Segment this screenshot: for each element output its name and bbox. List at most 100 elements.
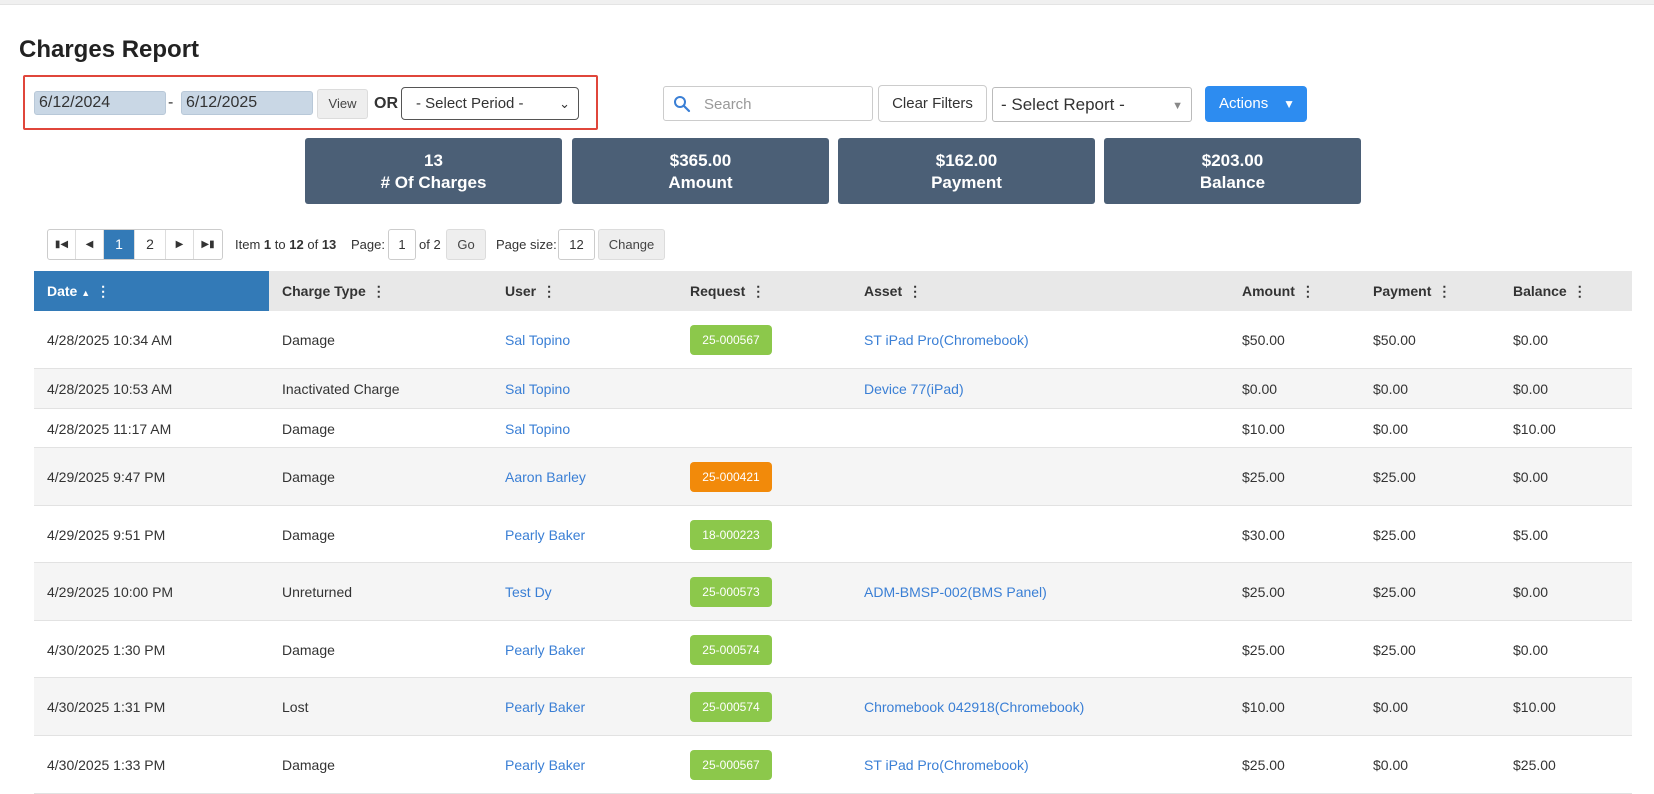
cell-date: 4/28/2025 10:53 AM <box>47 381 173 397</box>
column-menu-icon[interactable]: ⋮ <box>751 283 765 299</box>
column-header-charge-type[interactable]: Charge Type ⋮ <box>282 271 386 311</box>
table-header: Date ▲ ⋮ Charge Type ⋮ User ⋮ Request ⋮ Asse… <box>34 271 1632 311</box>
column-header-balance[interactable]: Balance ⋮ <box>1513 271 1587 311</box>
request-badge[interactable]: 25-000574 <box>690 692 772 722</box>
select-period-dropdown[interactable]: - Select Period - ⌄ <box>401 87 579 120</box>
cell-charge-type: Damage <box>282 332 335 348</box>
column-header-request[interactable]: Request ⋮ <box>690 271 765 311</box>
next-page-icon[interactable]: ▶ <box>166 230 194 259</box>
caret-down-icon: ▼ <box>1172 100 1183 112</box>
column-menu-icon[interactable]: ⋮ <box>542 283 556 299</box>
sort-asc-icon: ▲ <box>81 288 91 298</box>
search-icon <box>674 96 691 113</box>
column-menu-icon[interactable]: ⋮ <box>1573 283 1587 299</box>
cell-balance: $10.00 <box>1513 699 1556 715</box>
change-page-size-button[interactable]: Change <box>598 229 665 260</box>
summary-value: $365.00 <box>669 151 732 170</box>
user-link[interactable]: Aaron Barley <box>505 469 586 485</box>
column-label: Balance <box>1513 283 1567 299</box>
page-link-1[interactable]: 1 <box>104 230 135 259</box>
request-badge[interactable]: 25-000573 <box>690 577 772 607</box>
table-row[interactable]: 4/29/2025 9:47 PM Damage Aaron Barley 25-00… <box>34 448 1632 506</box>
search-input[interactable]: Search <box>663 86 873 121</box>
item-range-info: Item 1 to 12 of 13 <box>235 237 336 252</box>
request-badge[interactable]: 18-000223 <box>690 519 772 550</box>
cell-date: 4/30/2025 1:33 PM <box>47 757 166 773</box>
user-link[interactable]: Sal Topino <box>505 421 570 437</box>
table-row[interactable]: 4/30/2025 1:33 PM Damage Pearly Baker 25-00… <box>34 736 1632 794</box>
table-row[interactable]: 4/28/2025 10:34 AM Damage Sal Topino 25-000… <box>34 311 1632 369</box>
go-button[interactable]: Go <box>446 229 486 260</box>
actions-label: Actions <box>1219 95 1269 112</box>
user-link[interactable]: Pearly Baker <box>505 699 585 715</box>
table-row[interactable]: 4/30/2025 1:31 PM Lost Pearly Baker 25-0005… <box>34 678 1632 736</box>
user-link[interactable]: Pearly Baker <box>505 757 585 773</box>
summary-value: 13 <box>424 151 443 170</box>
cell-balance: $0.00 <box>1513 584 1549 600</box>
last-page-icon[interactable]: ▶▮ <box>194 230 222 259</box>
chevron-down-icon: ▼ <box>1283 97 1295 111</box>
summary-value: $203.00 <box>1201 151 1264 170</box>
cell-balance: $0.00 <box>1513 332 1549 348</box>
start-date-input[interactable]: 6/12/2024 <box>34 91 166 115</box>
actions-button[interactable]: Actions ▼ <box>1205 86 1307 122</box>
table-row[interactable]: 4/29/2025 9:51 PM Damage Pearly Baker 18-00… <box>34 506 1632 563</box>
table-row[interactable]: 4/28/2025 10:53 AM Inactivated Charge Sal … <box>34 369 1632 409</box>
column-header-user[interactable]: User ⋮ <box>505 271 556 311</box>
clear-filters-button[interactable]: Clear Filters <box>878 85 987 122</box>
page-title: Charges Report <box>19 36 200 63</box>
table-row[interactable]: 4/30/2025 1:30 PM Damage Pearly Baker 25-00… <box>34 621 1632 678</box>
cell-amount: $50.00 <box>1242 332 1285 348</box>
asset-link[interactable]: ST iPad Pro(Chromebook) <box>864 332 1029 348</box>
page-link-2[interactable]: 2 <box>135 230 166 259</box>
user-link[interactable]: Sal Topino <box>505 381 570 397</box>
column-header-amount[interactable]: Amount ⋮ <box>1242 271 1315 311</box>
page-number-input[interactable]: 1 <box>388 229 416 260</box>
asset-link[interactable]: ST iPad Pro(Chromebook) <box>864 757 1029 773</box>
request-badge[interactable]: 25-000421 <box>690 462 772 492</box>
cell-balance: $0.00 <box>1513 381 1549 397</box>
cell-balance: $0.00 <box>1513 641 1549 658</box>
cell-amount: $25.00 <box>1242 469 1285 485</box>
to-label: to <box>274 237 286 252</box>
column-menu-icon[interactable]: ⋮ <box>96 283 110 299</box>
column-header-payment[interactable]: Payment ⋮ <box>1373 271 1451 311</box>
request-badge[interactable]: 25-000567 <box>690 750 772 780</box>
user-link[interactable]: Pearly Baker <box>505 527 585 543</box>
select-report-value: - Select Report - <box>1001 95 1125 114</box>
view-button[interactable]: View <box>317 89 368 119</box>
cell-payment: $0.00 <box>1373 420 1409 437</box>
column-header-asset[interactable]: Asset ⋮ <box>864 271 922 311</box>
search-placeholder: Search <box>704 96 752 113</box>
select-report-dropdown[interactable]: - Select Report - ▼ <box>992 87 1192 122</box>
column-menu-icon[interactable]: ⋮ <box>1301 283 1315 299</box>
cell-charge-type: Lost <box>282 699 309 715</box>
cell-payment: $25.00 <box>1373 469 1416 485</box>
asset-link[interactable]: ADM-BMSP-002(BMS Panel) <box>864 584 1047 600</box>
column-menu-icon[interactable]: ⋮ <box>372 283 386 299</box>
page-size-input[interactable]: 12 <box>558 229 595 260</box>
column-menu-icon[interactable]: ⋮ <box>908 283 922 299</box>
request-badge[interactable]: 25-000574 <box>690 634 772 665</box>
first-page-icon[interactable]: ▮◀ <box>48 230 76 259</box>
asset-link[interactable]: Chromebook 042918(Chromebook) <box>864 699 1084 715</box>
cell-date: 4/30/2025 1:30 PM <box>47 641 166 658</box>
table-row[interactable]: 4/28/2025 11:17 AM Damage Sal Topino $10.00… <box>34 409 1632 448</box>
column-header-date[interactable]: Date ▲ ⋮ <box>34 271 269 311</box>
summary-value: $162.00 <box>935 151 998 170</box>
prev-page-icon[interactable]: ◀ <box>76 230 104 259</box>
table-row[interactable]: 4/29/2025 10:00 PM Unreturned Test Dy 25-00… <box>34 563 1632 621</box>
cell-amount: $10.00 <box>1242 699 1285 715</box>
page-count: of 2 <box>419 237 441 252</box>
column-menu-icon[interactable]: ⋮ <box>1437 283 1451 299</box>
request-badge[interactable]: 25-000567 <box>690 325 772 355</box>
user-link[interactable]: Pearly Baker <box>505 642 585 658</box>
asset-link[interactable]: Device 77(iPad) <box>864 381 964 397</box>
end-date-input[interactable]: 6/12/2025 <box>181 91 313 115</box>
user-link[interactable]: Sal Topino <box>505 332 570 348</box>
user-link[interactable]: Test Dy <box>505 584 552 600</box>
cell-date: 4/29/2025 9:51 PM <box>47 526 166 543</box>
item-from: 1 <box>263 237 272 252</box>
summary-card-balance: $203.00 Balance <box>1104 138 1361 204</box>
top-bar <box>0 0 1654 5</box>
